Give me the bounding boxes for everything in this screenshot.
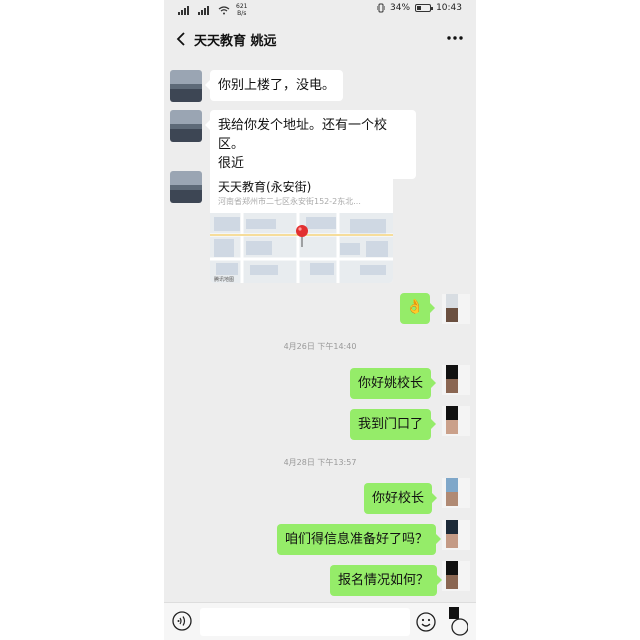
emoji-icon[interactable] (416, 612, 436, 632)
network-speed: 621 B/s (236, 3, 247, 17)
signal-icon (178, 5, 192, 15)
self-avatar[interactable] (442, 365, 470, 395)
message-text: 你别上楼了，没电。 (218, 78, 336, 93)
chat-header: 天天教育 姚远 (164, 24, 476, 54)
self-avatar[interactable] (442, 294, 470, 324)
map-thumbnail: 腾讯地图 (210, 213, 393, 283)
self-avatar[interactable] (442, 406, 470, 436)
network-speed-value: 621 (236, 3, 248, 10)
message-bubble[interactable]: 你好姚校长 (350, 368, 437, 399)
timestamp: 4月28日 下午13:57 (283, 458, 357, 467)
self-avatar[interactable] (442, 478, 470, 508)
vibrate-icon (377, 3, 386, 13)
battery-icon (415, 4, 434, 12)
voice-icon[interactable] (172, 611, 192, 631)
status-bar: 621 B/s 34% 10:43 (164, 0, 476, 20)
message-text-line: 我给你发个地址。还有一个校区。 (218, 118, 388, 152)
input-bar (164, 602, 476, 640)
wifi-icon (218, 5, 230, 14)
message-text: 你好校长 (372, 491, 425, 506)
chat-title: 天天教育 姚远 (194, 34, 277, 49)
status-time: 10:43 (436, 3, 462, 13)
ellipsis-icon[interactable] (446, 32, 464, 44)
message-input[interactable] (200, 608, 410, 636)
message-text: 你好姚校长 (358, 376, 424, 391)
message-text: 咱们得信息准备好了吗？ (285, 532, 429, 547)
self-avatar[interactable] (442, 561, 470, 591)
contact-avatar[interactable] (170, 70, 202, 102)
location-name: 天天教育(永安街) (218, 180, 312, 194)
network-speed-unit: B/s (237, 10, 247, 17)
self-avatar[interactable] (446, 607, 468, 637)
message-bubble[interactable]: 我到门口了 (350, 409, 437, 440)
message-bubble[interactable]: 咱们得信息准备好了吗？ (277, 524, 442, 555)
message-bubble[interactable]: 你好校长 (364, 483, 438, 514)
self-avatar[interactable] (442, 520, 470, 550)
emoji-message[interactable]: 👌 (400, 293, 435, 324)
contact-avatar[interactable] (170, 110, 202, 142)
ok-hand-icon: 👌 (406, 299, 424, 315)
location-address: 河南省郑州市二七区永安街152-2东北... (218, 197, 361, 206)
location-card[interactable]: 天天教育(永安街) 河南省郑州市二七区永安街152-2东北... 腾讯地图 (210, 171, 393, 283)
contact-avatar[interactable] (170, 171, 202, 203)
battery-percent: 34% (390, 3, 411, 13)
chevron-left-icon[interactable] (174, 31, 190, 47)
timestamp: 4月26日 下午14:40 (283, 342, 357, 351)
message-text: 报名情况如何？ (338, 573, 430, 588)
message-text: 我到门口了 (358, 417, 424, 432)
svg-text:腾讯地图: 腾讯地图 (214, 276, 234, 283)
message-bubble[interactable]: 报名情况如何？ (330, 565, 443, 596)
message-bubble[interactable]: 你别上楼了，没电。 (204, 70, 344, 101)
phone-screen: 621 B/s 34% 10:43 天天教育 姚远 你别上楼了，没电。 我给你发… (164, 0, 476, 640)
signal-icon-2 (198, 5, 212, 15)
message-bubble[interactable]: 我给你发个地址。还有一个校区。 很近 (205, 110, 416, 179)
